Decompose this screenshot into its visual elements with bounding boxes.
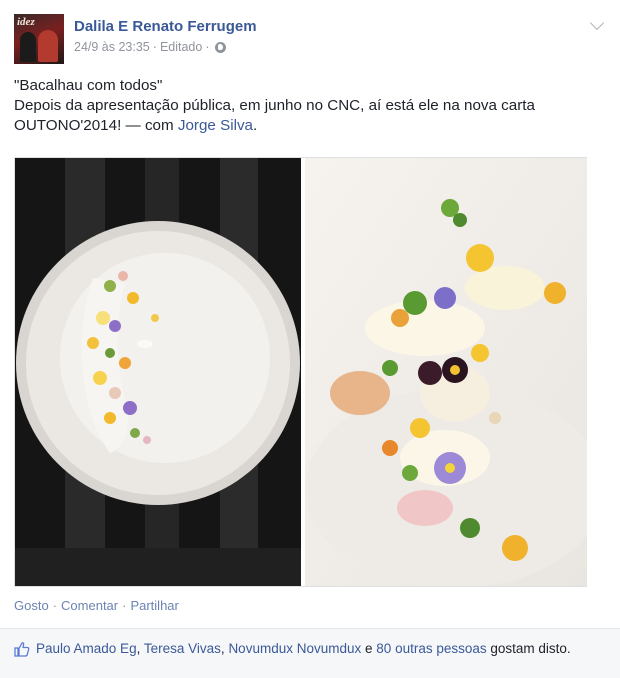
post-text: "Bacalhau com todos" Depois da apresenta… — [14, 76, 606, 136]
likes-summary: Paulo Amado Eg, Teresa Vivas, Novumdux N… — [0, 628, 620, 678]
with-prefix: — com — [125, 117, 174, 134]
tagged-suffix: . — [253, 117, 258, 134]
likes-and: e — [365, 641, 373, 656]
photo-plate-closeup[interactable] — [305, 158, 587, 586]
chevron-down-icon[interactable] — [589, 15, 605, 31]
likes-punct: , — [220, 641, 225, 656]
avatar-figure — [38, 30, 58, 62]
share-button[interactable]: Partilhar — [130, 598, 178, 613]
likes-suffix: gostam disto. — [490, 641, 571, 656]
avatar-logo-text: idez — [17, 16, 35, 28]
post-meta: 24/9 às 23:35 · Editado · — [74, 40, 226, 54]
action-separator: · — [122, 598, 127, 613]
action-separator: · — [52, 598, 58, 613]
liker-link[interactable]: Paulo Amado Eg — [36, 641, 137, 656]
comment-button[interactable]: Comentar — [61, 598, 118, 613]
likes-punct: , — [136, 641, 141, 656]
tagged-person-link[interactable]: Jorge Silva — [178, 117, 253, 134]
likes-text: Paulo Amado Eg, Teresa Vivas, Novumdux N… — [36, 639, 606, 658]
avatar[interactable]: idez — [14, 14, 64, 64]
meta-separator: · — [152, 40, 157, 54]
liker-link[interactable]: Novumdux Novumdux — [228, 641, 361, 656]
other-likers-link[interactable]: 80 outras pessoas — [376, 641, 486, 656]
post-text-line: "Bacalhau com todos" — [14, 77, 163, 94]
photo-collage — [14, 157, 587, 587]
photo-plate-overhead[interactable] — [15, 158, 301, 586]
meta-separator: · — [205, 40, 210, 54]
post-card: idez Dalila E Renato Ferrugem 24/9 às 23… — [0, 0, 620, 678]
like-button[interactable]: Gosto — [14, 598, 49, 613]
avatar-figure — [20, 32, 36, 62]
liker-link[interactable]: Teresa Vivas — [144, 641, 221, 656]
post-actions: Gosto · Comentar · Partilhar — [14, 598, 179, 613]
author-name[interactable]: Dalila E Renato Ferrugem — [74, 18, 257, 35]
timestamp[interactable]: 24/9 às 23:35 — [74, 40, 150, 54]
post-body: Depois da apresentação pública, em junho… — [14, 97, 535, 134]
thumbs-up-icon — [14, 642, 30, 657]
post-text-line: Depois da apresentação pública, em junho… — [14, 96, 606, 136]
edited-label[interactable]: Editado — [160, 40, 202, 54]
globe-icon[interactable] — [214, 41, 226, 53]
post-header: idez Dalila E Renato Ferrugem 24/9 às 23… — [14, 14, 606, 64]
